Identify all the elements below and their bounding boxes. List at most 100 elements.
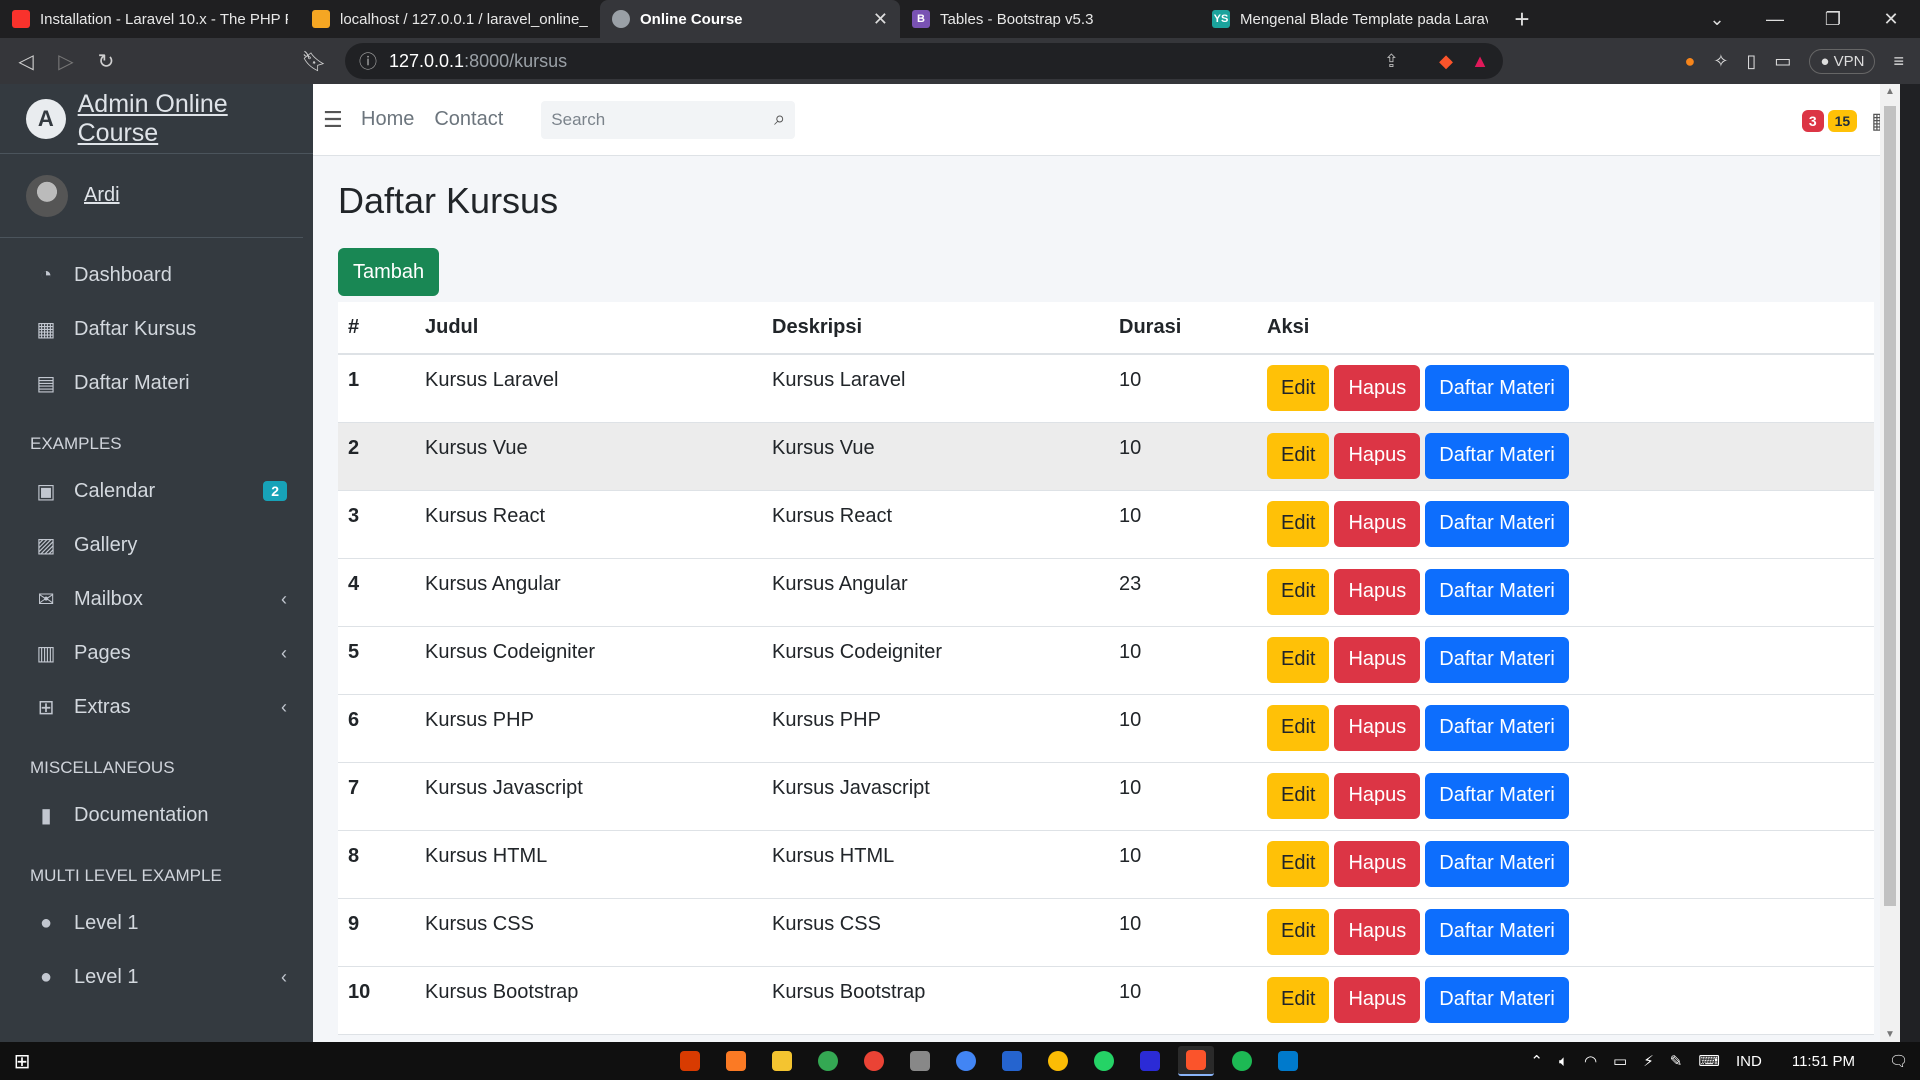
- browser-tab[interactable]: Online Course ✕: [600, 0, 900, 38]
- materials-list-button[interactable]: Daftar Materi: [1425, 500, 1569, 547]
- edit-button[interactable]: Edit: [1267, 704, 1330, 751]
- edit-button[interactable]: Edit: [1267, 840, 1330, 887]
- brave-shield-icon[interactable]: ◆: [1439, 51, 1453, 72]
- brand-link[interactable]: A Admin Online Course: [0, 84, 313, 154]
- chrome-beta-icon[interactable]: [1040, 1046, 1076, 1076]
- back-icon[interactable]: ◁: [6, 49, 46, 74]
- close-tab-icon[interactable]: ✕: [873, 9, 888, 30]
- materials-list-button[interactable]: Daftar Materi: [1425, 636, 1569, 683]
- edit-button[interactable]: Edit: [1267, 908, 1330, 955]
- brave-icon[interactable]: [1178, 1046, 1214, 1076]
- materials-list-button[interactable]: Daftar Materi: [1425, 365, 1569, 411]
- sidebar-item-documentation[interactable]: ▮ Documentation: [0, 788, 313, 842]
- extensions-icon[interactable]: ✧: [1713, 51, 1728, 72]
- delete-button[interactable]: Hapus: [1334, 976, 1421, 1023]
- delete-button[interactable]: Hapus: [1334, 908, 1421, 955]
- forward-icon[interactable]: ▷: [46, 49, 86, 74]
- edit-button[interactable]: Edit: [1267, 976, 1330, 1023]
- materials-list-button[interactable]: Daftar Materi: [1425, 908, 1569, 955]
- vscode-icon[interactable]: [1270, 1046, 1306, 1076]
- notion-icon[interactable]: [1132, 1046, 1168, 1076]
- brave-rewards-icon[interactable]: ▲: [1471, 51, 1489, 72]
- scroll-down-icon[interactable]: ▼: [1885, 1029, 1895, 1040]
- materials-list-button[interactable]: Daftar Materi: [1425, 704, 1569, 751]
- materials-list-button[interactable]: Daftar Materi: [1425, 432, 1569, 479]
- chrome-profile-icon[interactable]: [856, 1046, 892, 1076]
- sidebar-item-level-1[interactable]: ● Level 1: [0, 896, 313, 950]
- search-input[interactable]: [551, 109, 775, 130]
- wifi-icon[interactable]: ◠: [1584, 1052, 1597, 1070]
- delete-button[interactable]: Hapus: [1334, 568, 1421, 615]
- sidebar-item-calendar[interactable]: ▣ Calendar 2: [0, 464, 313, 518]
- network-icon[interactable]: ⚡︎: [1643, 1052, 1654, 1070]
- delete-button[interactable]: Hapus: [1334, 365, 1421, 411]
- edit-button[interactable]: Edit: [1267, 568, 1330, 615]
- sidebar-item-daftar-materi[interactable]: ▤ Daftar Materi: [0, 356, 313, 410]
- bookmark-icon[interactable]: 🔖︎: [294, 49, 334, 74]
- clock[interactable]: 11:51 PM: [1792, 1053, 1855, 1070]
- edit-button[interactable]: Edit: [1267, 636, 1330, 683]
- language-indicator[interactable]: IND: [1736, 1053, 1762, 1070]
- spotify-icon[interactable]: [1224, 1046, 1260, 1076]
- materials-list-button[interactable]: Daftar Materi: [1425, 976, 1569, 1023]
- windows-start-icon[interactable]: ⊞: [0, 1049, 44, 1074]
- browser-tab[interactable]: YS Mengenal Blade Template pada Larave: [1200, 0, 1500, 38]
- edit-button[interactable]: Edit: [1267, 365, 1330, 411]
- add-course-button[interactable]: Tambah: [338, 248, 440, 296]
- browser-tab[interactable]: B Tables - Bootstrap v5.3: [900, 0, 1200, 38]
- leo-icon[interactable]: ▭: [1774, 51, 1791, 72]
- game-icon[interactable]: [902, 1046, 938, 1076]
- browser-tab[interactable]: Installation - Laravel 10.x - The PHP Fr: [0, 0, 300, 38]
- sidebar-item-dashboard[interactable]: ◔ Dashboard: [0, 248, 313, 302]
- materials-list-button[interactable]: Daftar Materi: [1425, 568, 1569, 615]
- scroll-up-icon[interactable]: ▲: [1885, 86, 1895, 97]
- reload-icon[interactable]: ↻: [86, 49, 126, 74]
- materials-list-button[interactable]: Daftar Materi: [1425, 772, 1569, 819]
- sidebar-item-daftar-kursus[interactable]: ▦ Daftar Kursus: [0, 302, 313, 356]
- search-icon[interactable]: ⌕: [774, 108, 785, 131]
- user-name-link[interactable]: Ardi: [84, 184, 120, 207]
- share-icon[interactable]: ⇪: [1384, 51, 1399, 72]
- sidebar-item-extras[interactable]: ⊞ Extras ‹: [0, 680, 313, 734]
- tray-chevron-icon[interactable]: ⌃: [1530, 1052, 1543, 1070]
- edit-button[interactable]: Edit: [1267, 500, 1330, 547]
- page-scrollbar[interactable]: ▲ ▼: [1880, 84, 1900, 1042]
- chrome-icon[interactable]: [810, 1046, 846, 1076]
- address-bar[interactable]: ⓘ 127.0.0.1:8000/kursus ⇪ ◆ ▲: [345, 43, 1503, 79]
- minimize-icon[interactable]: —: [1746, 0, 1804, 38]
- edit-button[interactable]: Edit: [1267, 772, 1330, 819]
- volume-icon[interactable]: 🔈︎: [1559, 1053, 1568, 1070]
- delete-button[interactable]: Hapus: [1334, 772, 1421, 819]
- sidebar-toggle-icon[interactable]: ▯: [1746, 51, 1756, 72]
- battery-icon[interactable]: ▭: [1613, 1052, 1627, 1070]
- new-tab-button[interactable]: +: [1500, 0, 1544, 38]
- close-window-icon[interactable]: ✕: [1862, 0, 1920, 38]
- whatsapp-icon[interactable]: [1086, 1046, 1122, 1076]
- keyboard-icon[interactable]: ⌨: [1698, 1052, 1720, 1070]
- delete-button[interactable]: Hapus: [1334, 636, 1421, 683]
- browser-tab[interactable]: localhost / 127.0.0.1 / laravel_online_c: [300, 0, 600, 38]
- nav-home-link[interactable]: Home: [361, 108, 414, 131]
- materials-list-button[interactable]: Daftar Materi: [1425, 840, 1569, 887]
- menu-icon[interactable]: ≡: [1893, 51, 1904, 72]
- scrollbar-thumb[interactable]: [1884, 106, 1896, 906]
- office-icon[interactable]: [672, 1046, 708, 1076]
- sidebar-item-pages[interactable]: ▥ Pages ‹: [0, 626, 313, 680]
- edit-button[interactable]: Edit: [1267, 432, 1330, 479]
- info-icon[interactable]: ⓘ: [359, 48, 377, 74]
- sidebar-item-mailbox[interactable]: ✉ Mailbox ‹: [0, 572, 313, 626]
- delete-button[interactable]: Hapus: [1334, 500, 1421, 547]
- notifications-badge[interactable]: 15: [1827, 110, 1858, 132]
- delete-button[interactable]: Hapus: [1334, 432, 1421, 479]
- notification-center-icon[interactable]: 🗨︎: [1889, 1052, 1908, 1070]
- sidebar-item-level-1[interactable]: ● Level 1 ‹: [0, 950, 313, 1004]
- pen-icon[interactable]: ✎: [1670, 1052, 1683, 1070]
- delete-button[interactable]: Hapus: [1334, 704, 1421, 751]
- hamburger-menu-icon[interactable]: ☰: [323, 107, 347, 133]
- messages-badge[interactable]: 3: [1801, 110, 1824, 132]
- restore-icon[interactable]: ❐: [1804, 0, 1862, 38]
- nav-contact-link[interactable]: Contact: [434, 108, 503, 131]
- chrome-dev-icon[interactable]: [948, 1046, 984, 1076]
- todo-icon[interactable]: [994, 1046, 1030, 1076]
- file-explorer-icon[interactable]: [764, 1046, 800, 1076]
